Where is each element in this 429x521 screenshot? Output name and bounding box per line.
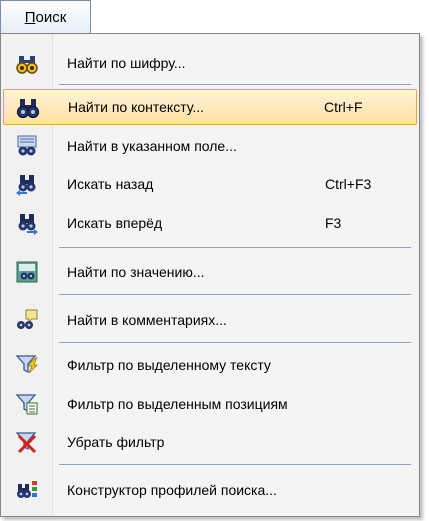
- menu-item-label: Фильтр по выделенному тексту: [67, 357, 271, 373]
- menu-search-title[interactable]: Поиск: [0, 0, 91, 34]
- menu-item-label: Конструктор профилей поиска...: [67, 482, 277, 498]
- menu-separator: [59, 247, 411, 248]
- menu-item-label: Фильтр по выделенным позициям: [67, 396, 288, 412]
- search-profile-icon: [3, 478, 51, 502]
- binoculars-yellow-icon: [3, 51, 51, 75]
- binoculars-forward-icon: [3, 211, 51, 235]
- filter-text-icon: [3, 353, 51, 377]
- menu-item-find-by-value[interactable]: Найти по значению...: [3, 254, 417, 290]
- menu-item-label: Найти по значению...: [67, 264, 205, 280]
- search-value-icon: [3, 260, 51, 284]
- menu-item-filter-by-selected-positions[interactable]: Фильтр по выделенным позициям: [3, 386, 417, 422]
- menu-item-shortcut: Ctrl+F3: [325, 176, 372, 192]
- menu-separator: [59, 464, 411, 465]
- menu-separator: [59, 342, 411, 343]
- menu-item-label: Искать вперёд: [67, 215, 163, 231]
- binoculars-back-icon: [3, 172, 51, 196]
- menu-title-mnemonic: П: [24, 9, 36, 26]
- menu-separator: [59, 294, 411, 295]
- menu-item-filter-by-selected-text[interactable]: Фильтр по выделенному тексту: [3, 347, 417, 383]
- menu-bar: Поиск: [0, 0, 429, 34]
- menu-item-find-in-field[interactable]: Найти в указанном поле...: [3, 128, 417, 164]
- menu-item-find-by-context[interactable]: Найти по контексту... Ctrl+F: [3, 89, 417, 125]
- search-comments-icon: [3, 308, 51, 332]
- menu-separator: [59, 84, 411, 85]
- menu-item-search-back[interactable]: Искать назад Ctrl+F3: [3, 166, 417, 202]
- binoculars-icon: [4, 95, 52, 119]
- menu-item-find-in-comments[interactable]: Найти в комментариях...: [3, 302, 417, 338]
- menu-item-label: Найти в комментариях...: [67, 312, 227, 328]
- menu-item-label: Найти по шифру...: [67, 55, 186, 71]
- remove-filter-icon: [3, 430, 51, 454]
- menu-item-label: Убрать фильтр: [67, 434, 165, 450]
- binoculars-field-icon: [3, 134, 51, 158]
- menu-item-remove-filter[interactable]: Убрать фильтр: [3, 424, 417, 460]
- menu-item-find-by-code[interactable]: Найти по шифру...: [3, 45, 417, 81]
- menu-item-search-forward[interactable]: Искать вперёд F3: [3, 205, 417, 241]
- menu-title-rest: оиск: [35, 9, 67, 26]
- menu-item-search-profile-constructor[interactable]: Конструктор профилей поиска...: [3, 472, 417, 508]
- menu-item-label: Найти в указанном поле...: [67, 138, 237, 154]
- search-dropdown-menu: Найти по шифру... Найти по контексту... …: [0, 33, 420, 517]
- menu-item-shortcut: F3: [325, 215, 342, 231]
- menu-item-label: Искать назад: [67, 176, 154, 192]
- filter-positions-icon: [3, 392, 51, 416]
- screen: Поиск Найти по шифру... Найти по контекс…: [0, 0, 429, 521]
- menu-item-label: Найти по контексту...: [68, 99, 205, 115]
- menu-item-shortcut: Ctrl+F: [324, 99, 363, 115]
